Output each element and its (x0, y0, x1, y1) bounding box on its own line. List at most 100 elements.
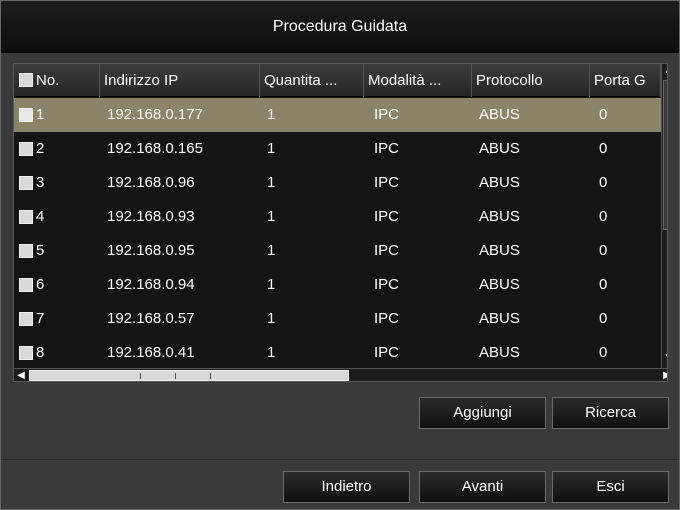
cell-port: 0 (599, 344, 608, 361)
table-row[interactable]: 3 192.168.0.96 1 IPC ABUS 0 (14, 166, 661, 200)
cell-mode: IPC (374, 140, 400, 157)
table-row[interactable]: 5 192.168.0.95 1 IPC ABUS 0 (14, 234, 661, 268)
column-header-port[interactable]: Porta G (590, 64, 661, 97)
cell-ip-address: 192.168.0.165 (107, 140, 203, 157)
row-number-label: 8 (36, 344, 45, 361)
row-number-label: 1 (36, 106, 45, 123)
cell-ip-address: 192.168.0.57 (107, 310, 195, 327)
search-button[interactable]: Ricerca (552, 397, 669, 429)
row-checkbox[interactable] (19, 210, 33, 224)
cell-quantity: 1 (267, 208, 276, 225)
row-checkbox[interactable] (19, 312, 33, 326)
scroll-left-icon[interactable]: ◀ (14, 369, 28, 381)
cell-protocol: ABUS (479, 106, 520, 123)
cell-protocol: ABUS (479, 276, 520, 293)
row-number-label: 7 (36, 310, 45, 327)
cell-port: 0 (599, 242, 608, 259)
grip-line (175, 373, 176, 379)
exit-button[interactable]: Esci (552, 471, 669, 503)
cell-row-number: 8 (14, 336, 100, 370)
table-row[interactable]: 1 192.168.0.177 1 IPC ABUS 0 (14, 98, 661, 132)
column-header-mode[interactable]: Modalità ... (364, 64, 472, 97)
cell-mode: IPC (374, 174, 400, 191)
cell-mode: IPC (374, 106, 400, 123)
cell-row-number: 2 (14, 132, 100, 166)
vertical-scrollbar[interactable]: ▲ ▼ (661, 64, 668, 368)
cell-ip-address: 192.168.0.177 (107, 106, 203, 123)
cell-ip-address: 192.168.0.95 (107, 242, 195, 259)
cell-quantity: 1 (267, 310, 276, 327)
scroll-down-icon[interactable]: ▼ (662, 351, 667, 365)
dialog-title: Procedura Guidata (1, 1, 679, 53)
scroll-up-icon[interactable]: ▲ (662, 64, 667, 78)
cell-row-number: 7 (14, 302, 100, 336)
cell-row-number: 3 (14, 166, 100, 200)
row-number-label: 6 (36, 276, 45, 293)
cell-protocol: ABUS (479, 174, 520, 191)
table-row[interactable]: 7 192.168.0.57 1 IPC ABUS 0 (14, 302, 661, 336)
cell-port: 0 (599, 174, 608, 191)
column-label: No. (36, 72, 60, 89)
cell-quantity: 1 (267, 242, 276, 259)
next-button[interactable]: Avanti (419, 471, 546, 503)
cell-port: 0 (599, 208, 608, 225)
cell-quantity: 1 (267, 106, 276, 123)
back-button[interactable]: Indietro (283, 471, 410, 503)
grip-line (140, 373, 141, 379)
select-all-checkbox[interactable] (19, 73, 33, 87)
cell-quantity: 1 (267, 344, 276, 361)
cell-protocol: ABUS (479, 242, 520, 259)
cell-row-number: 6 (14, 268, 100, 302)
cell-protocol: ABUS (479, 208, 520, 225)
grip-line (210, 373, 211, 379)
cell-mode: IPC (374, 276, 400, 293)
cell-port: 0 (599, 140, 608, 157)
scroll-right-icon[interactable]: ▶ (660, 369, 667, 381)
add-button[interactable]: Aggiungi (419, 397, 546, 429)
horizontal-scroll-thumb[interactable] (29, 370, 349, 381)
row-number-label: 2 (36, 140, 45, 157)
table-row[interactable]: 8 192.168.0.41 1 IPC ABUS 0 (14, 336, 661, 370)
cell-protocol: ABUS (479, 140, 520, 157)
row-checkbox[interactable] (19, 176, 33, 190)
column-header-quantity[interactable]: Quantita ... (260, 64, 364, 97)
footer-divider (1, 459, 679, 460)
cell-row-number: 1 (14, 98, 100, 132)
cell-port: 0 (599, 106, 608, 123)
table-row[interactable]: 4 192.168.0.93 1 IPC ABUS 0 (14, 200, 661, 234)
device-table: No. Indirizzo IP Quantita ... Modalità .… (13, 63, 668, 382)
cell-protocol: ABUS (479, 310, 520, 327)
row-checkbox[interactable] (19, 278, 33, 292)
cell-ip-address: 192.168.0.93 (107, 208, 195, 225)
row-number-label: 4 (36, 208, 45, 225)
cell-quantity: 1 (267, 140, 276, 157)
row-number-label: 3 (36, 174, 45, 191)
cell-quantity: 1 (267, 174, 276, 191)
cell-protocol: ABUS (479, 344, 520, 361)
cell-mode: IPC (374, 310, 400, 327)
cell-ip-address: 192.168.0.94 (107, 276, 195, 293)
cell-ip-address: 192.168.0.96 (107, 174, 195, 191)
cell-port: 0 (599, 276, 608, 293)
vertical-scroll-thumb[interactable] (663, 80, 668, 230)
cell-quantity: 1 (267, 276, 276, 293)
row-checkbox[interactable] (19, 142, 33, 156)
cell-row-number: 5 (14, 234, 100, 268)
row-checkbox[interactable] (19, 244, 33, 258)
cell-ip-address: 192.168.0.41 (107, 344, 195, 361)
cell-row-number: 4 (14, 200, 100, 234)
cell-mode: IPC (374, 344, 400, 361)
row-number-label: 5 (36, 242, 45, 259)
table-row[interactable]: 2 192.168.0.165 1 IPC ABUS 0 (14, 132, 661, 166)
horizontal-scrollbar[interactable]: ◀ ▶ (14, 368, 667, 381)
cell-mode: IPC (374, 208, 400, 225)
grip-line (667, 149, 668, 150)
table-row[interactable]: 6 192.168.0.94 1 IPC ABUS 0 (14, 268, 661, 302)
cell-port: 0 (599, 310, 608, 327)
row-checkbox[interactable] (19, 346, 33, 360)
column-header-ip[interactable]: Indirizzo IP (100, 64, 260, 97)
column-header-protocol[interactable]: Protocollo (472, 64, 590, 97)
grip-line (667, 155, 668, 156)
row-checkbox[interactable] (19, 108, 33, 122)
column-header-no[interactable]: No. (14, 64, 100, 97)
